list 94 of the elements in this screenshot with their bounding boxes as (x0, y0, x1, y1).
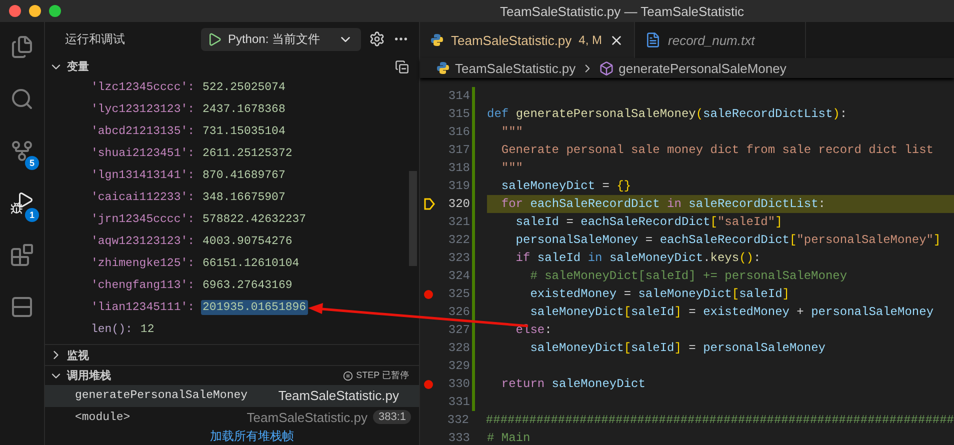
code-line: # saleMoneyDict[saleId] += personalSaleMoney (529, 268, 848, 285)
code-line: personalSaleMoney = eachSaleRecordDict["personalSaleMoney"] (514, 232, 941, 249)
collapse-all-icon[interactable] (395, 60, 409, 74)
pause-icon (343, 370, 354, 381)
line-number: 317 (447, 143, 470, 157)
code-line: for eachSaleRecordDict in saleRecordDictList: (500, 196, 826, 213)
python-icon (436, 61, 450, 75)
line-number: 323 (447, 251, 470, 265)
zoom-window-button[interactable] (49, 5, 61, 17)
run-config-dropdown[interactable]: Python: 当前文件 (200, 28, 361, 51)
code-line: saleMoneyDict = {} (500, 178, 632, 195)
files-icon (10, 35, 34, 59)
window-title: TeamSaleStatistic.py — TeamSaleStatistic (500, 4, 744, 18)
variable-name: 'lgn131413141': (91, 168, 195, 182)
variable-value[interactable]: 6963.27643169 (200, 278, 294, 293)
line-number: 315 (447, 107, 470, 121)
sidebar-title: 运行和调试 (65, 30, 126, 48)
variable-name: 'shuai2123451': (91, 146, 195, 160)
line-number: 332 (446, 413, 469, 427)
line-number: 314 (447, 89, 470, 103)
variable-name: 'aqw123123123': (91, 234, 195, 248)
variable-name: 'caicai112233': (91, 190, 195, 204)
code-line: saleMoneyDict[saleId] = personalSaleMoney (529, 340, 826, 357)
line-number: 319 (447, 179, 470, 193)
code-line: existedMoney = saleMoneyDict[saleId] (529, 286, 790, 303)
load-all-frames-link[interactable]: 加载所有堆栈帧 (170, 428, 294, 445)
variable-name: 'abcd21213135': (91, 124, 195, 138)
position-badge: 383:1 (373, 410, 411, 424)
search-icon (10, 87, 34, 111)
code-line: """ (500, 160, 524, 177)
line-number: 316 (447, 125, 470, 139)
variable-name: 'jrn12345cccc': (91, 212, 195, 226)
variable-name: 'lian12345111': (91, 300, 195, 314)
variable-value[interactable]: 522.25025074 (200, 80, 288, 95)
section-header[interactable]: 变量 (45, 56, 419, 76)
count-badge: 5 (25, 156, 39, 170)
variable-value[interactable]: 2437.1678368 (200, 102, 288, 117)
variable-value[interactable]: 66151.12610104 (200, 256, 302, 271)
line-number: 328 (447, 341, 470, 355)
line-number: 331 (447, 395, 470, 409)
variable-value[interactable]: 2611.25125372 (200, 146, 294, 161)
breakpoint-dot[interactable] (424, 380, 433, 388)
code-line: saleMoneyDict[saleId] = existedMoney + personalSaleMoney (529, 304, 934, 321)
variable-value[interactable]: 12 (138, 322, 156, 337)
python-icon (430, 33, 444, 47)
line-number: 321 (447, 215, 470, 229)
variable-value[interactable]: 578822.42632237 (200, 212, 308, 227)
extensions-icon (10, 243, 34, 267)
variable-name: 'lzc12345cccc': (91, 80, 195, 94)
line-number: 318 (447, 161, 470, 175)
cube-icon (598, 60, 614, 76)
play-icon (206, 32, 222, 47)
close-window-button[interactable] (9, 5, 21, 17)
code-line: return saleMoneyDict (500, 376, 646, 393)
breadcrumb[interactable]: generatePersonalSaleMoney (598, 60, 786, 76)
code-line: saleId = eachSaleRecordDict["saleId"] (514, 214, 782, 231)
variable-value[interactable]: 731.15035104 (200, 124, 288, 139)
scrollbar-thumb[interactable] (409, 171, 417, 266)
line-number: 330 (447, 377, 470, 391)
code-line: """ (500, 124, 524, 141)
stack-frame[interactable]: <module> TeamSaleStatistic.py 383:1 (45, 406, 419, 428)
breakpoint-dot[interactable] (424, 290, 433, 298)
count-badge: 1 (25, 208, 39, 222)
editor-tab[interactable]: TeamSaleStatistic.py 4, M (420, 22, 636, 58)
panel-icon (10, 295, 34, 319)
variable-value[interactable]: 348.16675907 (200, 190, 288, 205)
code-line: Generate personal sale money dict from sale record dict list (500, 142, 934, 159)
variable-value[interactable]: 870.41689767 (200, 168, 288, 183)
line-number: 327 (447, 323, 470, 337)
variable-name: 'chengfang113': (91, 278, 195, 292)
code-line: def generatePersonalSaleMoney(saleRecordDictList): (487, 106, 848, 123)
line-number: 322 (447, 233, 470, 247)
line-number: 333 (447, 431, 470, 445)
paused-status: STEP 已暂停 (343, 369, 409, 382)
line-number: 325 (447, 287, 470, 301)
stack-frame[interactable]: generatePersonalSaleMoney TeamSaleStatistic.py (45, 385, 419, 407)
variable-value[interactable]: 4003.90754276 (200, 234, 294, 249)
code-line: # Main (487, 430, 530, 445)
line-number: 326 (447, 305, 470, 319)
code-line: ################################################################# (486, 412, 954, 429)
variable-name: len(): (91, 322, 132, 336)
line-number: 320 (447, 197, 470, 211)
settings-icon[interactable] (369, 31, 385, 48)
variable-value[interactable]: 201935.01651896 (200, 300, 308, 315)
variable-name: 'lyc123123123': (91, 102, 195, 116)
code-line: if saleId in saleMoneyDict.keys(): (514, 250, 761, 267)
minimize-window-button[interactable] (29, 5, 41, 17)
section-header[interactable]: 监视 (45, 344, 419, 365)
line-number: 324 (447, 269, 470, 283)
line-number: 329 (447, 359, 470, 373)
document-icon (645, 32, 662, 48)
breadcrumb[interactable]: TeamSaleStatistic.py (436, 60, 576, 76)
variable-name: 'zhimengke125': (91, 256, 195, 270)
code-line: else: (514, 322, 552, 339)
